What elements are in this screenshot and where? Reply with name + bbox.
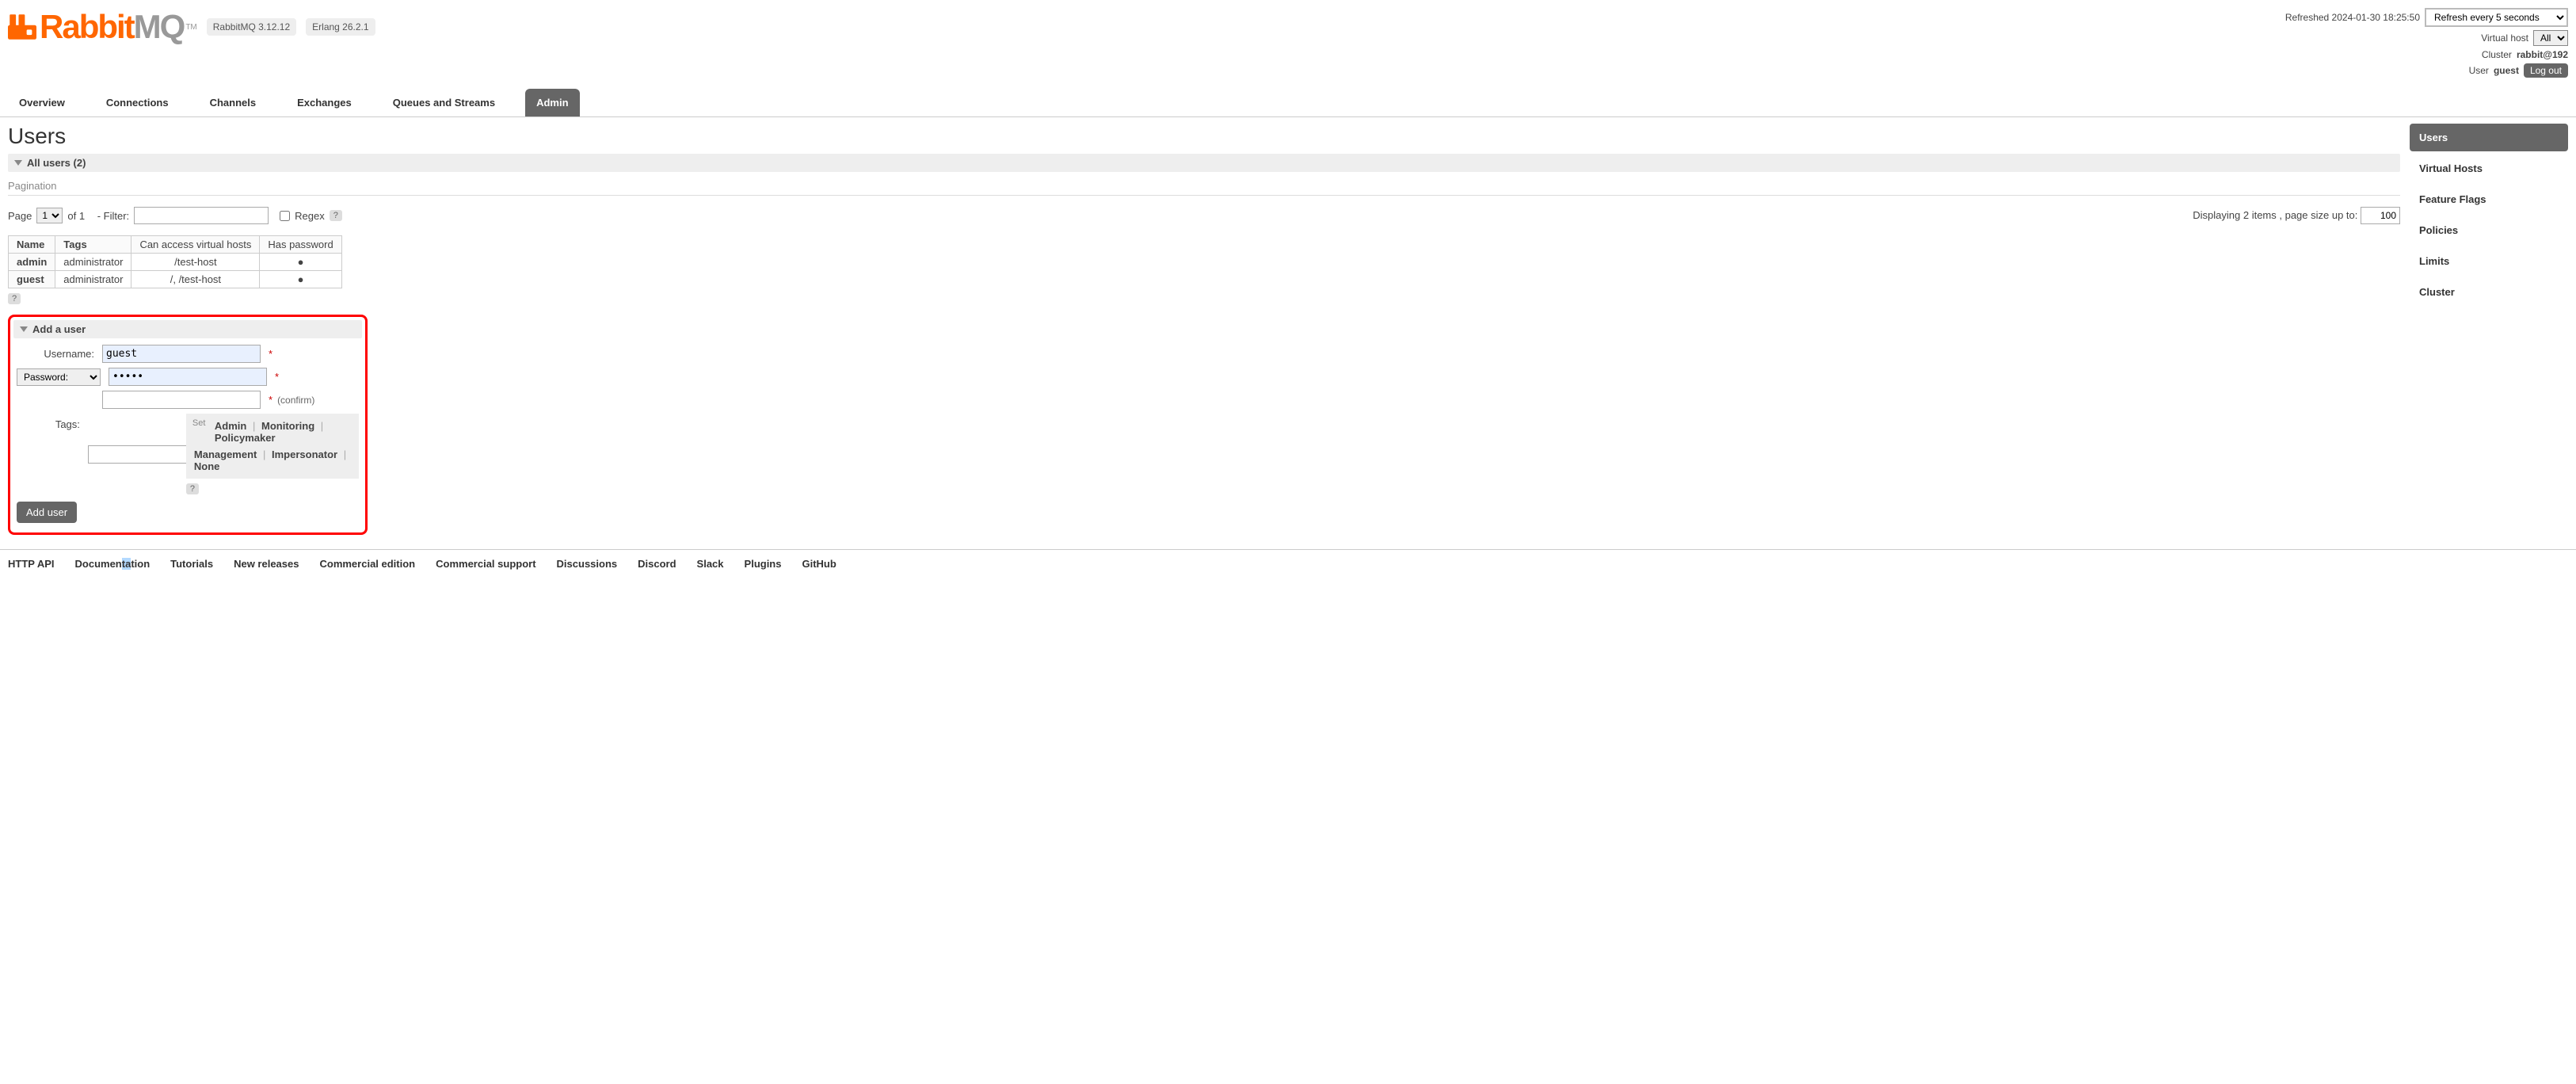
table-help[interactable]: ? bbox=[8, 293, 21, 304]
footer-new-releases[interactable]: New releases bbox=[234, 558, 299, 570]
sidebar-item-feature-flags[interactable]: Feature Flags bbox=[2410, 185, 2568, 213]
pagination-heading: Pagination bbox=[8, 180, 2400, 196]
footer-http-api[interactable]: HTTP API bbox=[8, 558, 55, 570]
page-label: Page bbox=[8, 210, 32, 222]
credential-type-select[interactable]: Password: bbox=[17, 368, 101, 386]
th-tags[interactable]: Tags bbox=[55, 236, 131, 254]
username-label: Username: bbox=[17, 348, 102, 360]
refreshed-timestamp: Refreshed 2024-01-30 18:25:50 bbox=[2285, 12, 2420, 23]
tab-channels[interactable]: Channels bbox=[199, 89, 268, 116]
page-title: Users bbox=[8, 124, 2400, 149]
set-label: Set bbox=[192, 418, 206, 428]
current-user: guest bbox=[2494, 65, 2519, 76]
footer-slack[interactable]: Slack bbox=[697, 558, 724, 570]
cell-name: admin bbox=[9, 254, 55, 271]
footer-documentation[interactable]: Documentation bbox=[75, 558, 151, 570]
sidebar-item-cluster[interactable]: Cluster bbox=[2410, 278, 2568, 306]
add-user-title: Add a user bbox=[32, 323, 86, 335]
tag-impersonator[interactable]: Impersonator bbox=[272, 448, 337, 460]
tab-connections[interactable]: Connections bbox=[95, 89, 180, 116]
nav-tabs: Overview Connections Channels Exchanges … bbox=[0, 89, 2576, 117]
vhost-select[interactable]: All bbox=[2533, 30, 2568, 46]
logo[interactable]: RabbitMQ TM bbox=[8, 8, 197, 46]
pagesize-input[interactable] bbox=[2361, 207, 2400, 224]
required-star: * bbox=[275, 371, 279, 383]
logo-tm: TM bbox=[185, 23, 196, 32]
vhost-label: Virtual host bbox=[2481, 32, 2528, 44]
page-select[interactable]: 1 bbox=[36, 208, 63, 223]
refresh-interval-select[interactable]: Refresh every 5 seconds bbox=[2425, 8, 2568, 27]
table-row[interactable]: guest administrator /, /test-host ● bbox=[9, 271, 342, 288]
add-user-button[interactable]: Add user bbox=[17, 502, 77, 523]
tab-overview[interactable]: Overview bbox=[8, 89, 76, 116]
table-row[interactable]: admin administrator /test-host ● bbox=[9, 254, 342, 271]
cell-name: guest bbox=[9, 271, 55, 288]
footer-commercial-edition[interactable]: Commercial edition bbox=[319, 558, 415, 570]
username-input[interactable] bbox=[102, 345, 261, 363]
tag-admin[interactable]: Admin bbox=[215, 420, 246, 432]
th-vhosts[interactable]: Can access virtual hosts bbox=[131, 236, 260, 254]
tag-none[interactable]: None bbox=[194, 460, 220, 472]
tag-monitoring[interactable]: Monitoring bbox=[261, 420, 314, 432]
password-input[interactable] bbox=[109, 368, 267, 386]
logo-text-rabbit: Rabbit bbox=[40, 8, 134, 45]
filter-input[interactable] bbox=[134, 207, 269, 224]
filter-label: - Filter: bbox=[97, 210, 129, 222]
section-all-users[interactable]: All users (2) bbox=[8, 154, 2400, 172]
user-label: User bbox=[2469, 65, 2489, 76]
tags-preset-panel: Set Admin | Monitoring | Policymaker Man… bbox=[186, 414, 359, 479]
displaying-label: Displaying 2 items , page size up to: bbox=[2193, 209, 2357, 221]
cell-password: ● bbox=[260, 271, 341, 288]
tags-help[interactable]: ? bbox=[186, 483, 199, 494]
regex-checkbox[interactable] bbox=[280, 211, 290, 221]
cell-tags: administrator bbox=[55, 254, 131, 271]
cell-vhosts: /test-host bbox=[131, 254, 260, 271]
version-rabbitmq: RabbitMQ 3.12.12 bbox=[207, 18, 296, 36]
cell-password: ● bbox=[260, 254, 341, 271]
footer-tutorials[interactable]: Tutorials bbox=[170, 558, 213, 570]
all-users-label: All users (2) bbox=[27, 157, 86, 169]
tag-management[interactable]: Management bbox=[194, 448, 257, 460]
sidebar-item-vhosts[interactable]: Virtual Hosts bbox=[2410, 155, 2568, 182]
password-confirm-input[interactable] bbox=[102, 391, 261, 409]
footer-discussions[interactable]: Discussions bbox=[557, 558, 618, 570]
section-add-user[interactable]: Add a user bbox=[13, 320, 362, 338]
regex-help[interactable]: ? bbox=[330, 210, 342, 221]
add-user-section: Add a user Username: * Password: * bbox=[8, 315, 368, 535]
footer-discord[interactable]: Discord bbox=[638, 558, 676, 570]
version-erlang: Erlang 26.2.1 bbox=[306, 18, 375, 36]
users-table: Name Tags Can access virtual hosts Has p… bbox=[8, 235, 342, 288]
th-password[interactable]: Has password bbox=[260, 236, 341, 254]
required-star: * bbox=[269, 348, 272, 360]
rabbitmq-logo-icon bbox=[8, 13, 36, 41]
cluster-name: rabbit@192 bbox=[2517, 49, 2568, 60]
sidebar-item-users[interactable]: Users bbox=[2410, 124, 2568, 151]
tags-label: Tags: bbox=[17, 414, 88, 430]
confirm-label: (confirm) bbox=[277, 395, 314, 406]
chevron-down-icon bbox=[20, 326, 28, 332]
tab-exchanges[interactable]: Exchanges bbox=[286, 89, 363, 116]
logout-button[interactable]: Log out bbox=[2524, 63, 2568, 78]
cluster-label: Cluster bbox=[2482, 49, 2512, 60]
footer: HTTP API Documentation Tutorials New rel… bbox=[0, 549, 2576, 578]
required-star: * bbox=[269, 394, 272, 406]
footer-commercial-support[interactable]: Commercial support bbox=[436, 558, 535, 570]
tab-queues[interactable]: Queues and Streams bbox=[382, 89, 506, 116]
chevron-down-icon bbox=[14, 160, 22, 166]
th-name[interactable]: Name bbox=[9, 236, 55, 254]
regex-label: Regex bbox=[295, 210, 325, 222]
cell-tags: administrator bbox=[55, 271, 131, 288]
sidebar-item-limits[interactable]: Limits bbox=[2410, 247, 2568, 275]
cell-vhosts: /, /test-host bbox=[131, 271, 260, 288]
footer-github[interactable]: GitHub bbox=[802, 558, 836, 570]
tab-admin[interactable]: Admin bbox=[525, 89, 579, 116]
logo-text-mq: MQ bbox=[134, 8, 185, 45]
of-label: of 1 bbox=[67, 210, 85, 222]
footer-plugins[interactable]: Plugins bbox=[745, 558, 782, 570]
tag-policymaker[interactable]: Policymaker bbox=[215, 432, 276, 444]
sidebar-item-policies[interactable]: Policies bbox=[2410, 216, 2568, 244]
